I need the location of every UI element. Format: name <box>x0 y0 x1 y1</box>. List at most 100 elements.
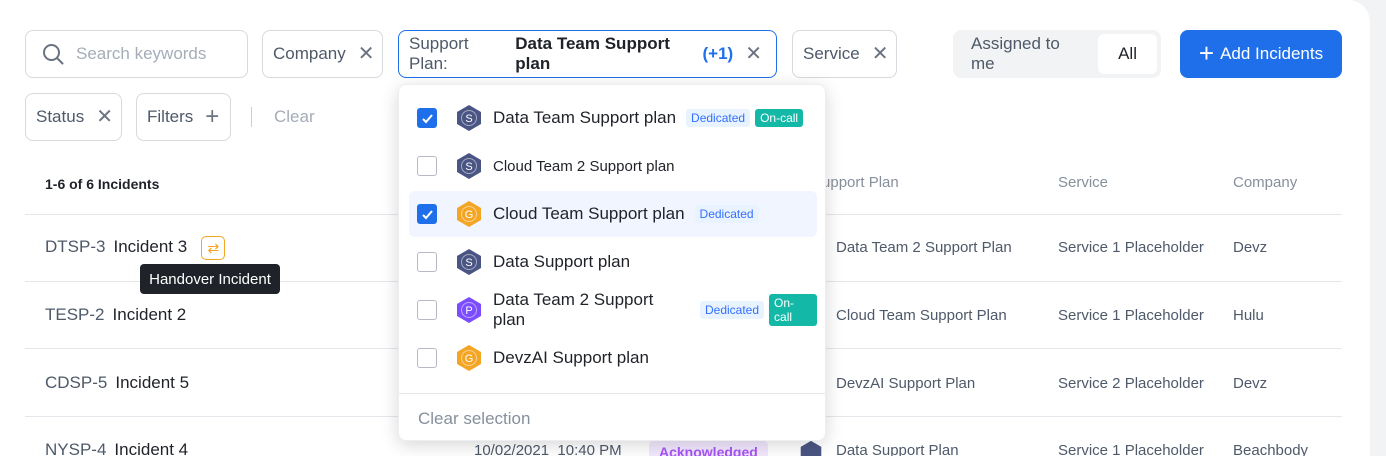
incident-time: 10:40 PM <box>557 442 622 456</box>
option-checkbox[interactable] <box>417 252 437 272</box>
search-input[interactable]: Search keywords <box>25 30 248 78</box>
check-icon <box>421 113 433 123</box>
option-label: Data Support plan <box>493 252 631 271</box>
table-row[interactable]: CDSP-5 Incident 5 <box>45 373 189 393</box>
support-plan-cell: Cloud Team Support Plan <box>836 307 1007 324</box>
dropdown-option[interactable]: S Cloud Team 2 Support plan <box>409 143 817 189</box>
svg-text:G: G <box>465 353 474 365</box>
dropdown-option[interactable]: G Cloud Team Support plan Dedicated <box>409 191 817 237</box>
add-incidents-label: Add Incidents <box>1220 44 1324 63</box>
status-badge: Acknowledged <box>649 441 768 456</box>
date-cell: 10/02/2021 10:40 PM <box>474 442 622 456</box>
company-cell: Hulu <box>1233 307 1264 324</box>
svg-text:G: G <box>465 209 474 221</box>
option-checkbox[interactable] <box>417 156 437 176</box>
plus-icon: + <box>1198 38 1215 68</box>
close-icon[interactable]: ✕ <box>96 107 113 127</box>
divider <box>399 393 825 394</box>
support-plan-filter-value: Data Team Support plan <box>515 34 670 73</box>
support-plan-cell: DevzAI Support Plan <box>836 375 976 392</box>
table-row[interactable]: DTSP-3 Incident 3 ⇄ <box>45 236 226 260</box>
svg-text:S: S <box>465 113 472 125</box>
handover-icon[interactable]: ⇄ <box>201 236 226 260</box>
support-plan-filter-chip[interactable]: Support Plan: Data Team Support plan (+1… <box>398 30 777 78</box>
plan-badge-icon: S <box>457 105 481 131</box>
handover-tooltip: Handover Incident <box>140 264 280 294</box>
service-cell: Service 2 Placeholder <box>1058 375 1204 392</box>
on-call-tag: On-call <box>755 109 804 127</box>
column-header-company[interactable]: Company <box>1233 174 1297 191</box>
close-icon[interactable]: ✕ <box>872 44 889 64</box>
close-icon[interactable]: ✕ <box>358 44 375 64</box>
clear-filters-link[interactable]: Clear <box>274 107 315 127</box>
dedicated-tag: Dedicated <box>686 109 751 127</box>
support-plan-filter-label: Support Plan: <box>409 34 469 73</box>
support-plan-filter-count: (+1) <box>702 44 734 63</box>
company-cell: Beachbody <box>1233 442 1309 456</box>
option-label: DevzAI Support plan <box>493 348 649 367</box>
incident-title[interactable]: Incident 3 <box>113 237 187 256</box>
all-option[interactable]: All <box>1098 34 1157 74</box>
option-checkbox[interactable] <box>417 300 437 320</box>
assigned-to-me-option[interactable]: Assigned to me <box>957 34 1098 74</box>
filters-label: Filters <box>147 107 194 126</box>
close-icon[interactable]: ✕ <box>745 44 762 64</box>
company-filter-chip[interactable]: Company ✕ <box>262 30 383 78</box>
option-label: Cloud Team Support plan <box>493 204 685 223</box>
service-filter-chip[interactable]: Service ✕ <box>792 30 897 78</box>
search-icon <box>43 44 64 65</box>
table-row[interactable]: NYSP-4 Incident 4 <box>45 440 188 456</box>
svg-text:S: S <box>465 257 472 269</box>
clear-selection-link[interactable]: Clear selection <box>418 409 530 429</box>
dropdown-option[interactable]: S Data Team Support plan Dedicated On-call <box>409 95 817 141</box>
plan-badge-icon: G <box>457 201 481 227</box>
service-cell: Service 1 Placeholder <box>1058 442 1204 456</box>
support-plan-dropdown: S Data Team Support plan Dedicated On-call S… <box>398 84 826 441</box>
company-filter-label: Company <box>273 44 346 63</box>
dedicated-tag: Dedicated <box>694 205 759 223</box>
status-filter-label: Status <box>36 107 85 126</box>
incident-date: 10/02/2021 <box>474 442 550 456</box>
column-header-service[interactable]: Service <box>1058 174 1108 191</box>
option-checkbox[interactable] <box>417 108 437 128</box>
service-cell: Service 1 Placeholder <box>1058 239 1204 256</box>
option-checkbox[interactable] <box>417 348 437 368</box>
filters-button[interactable]: Filters + <box>136 93 231 141</box>
search-placeholder: Search keywords <box>76 44 207 63</box>
assignment-toggle: Assigned to me All <box>953 30 1161 78</box>
service-cell: Service 1 Placeholder <box>1058 307 1204 324</box>
incident-title[interactable]: Incident 5 <box>115 373 189 392</box>
incident-title[interactable]: Incident 2 <box>113 305 187 324</box>
option-label: Cloud Team 2 Support plan <box>493 157 675 175</box>
status-filter-chip[interactable]: Status ✕ <box>25 93 122 141</box>
shield-icon <box>800 440 822 456</box>
dropdown-option[interactable]: P Data Team 2 Support plan Dedicated On-cal… <box>409 287 817 333</box>
check-icon <box>421 209 433 219</box>
plan-badge-icon: S <box>457 153 481 179</box>
support-plan-cell: Data Support Plan <box>836 442 959 456</box>
table-row[interactable]: TESP-2 Incident 2 <box>45 305 186 325</box>
service-filter-label: Service <box>803 44 860 63</box>
plus-icon: + <box>205 103 220 130</box>
incidents-panel: Search keywords Company ✕ Support Plan: … <box>0 0 1370 456</box>
dedicated-tag: Dedicated <box>699 301 765 319</box>
dropdown-option[interactable]: G DevzAI Support plan <box>409 335 817 381</box>
option-label: Data Team Support plan <box>493 108 677 127</box>
incident-id: NYSP-4 <box>45 440 107 456</box>
dropdown-option[interactable]: S Data Support plan <box>409 239 817 285</box>
svg-text:S: S <box>465 161 472 173</box>
incident-id: TESP-2 <box>45 305 105 324</box>
incident-count: 1-6 of 6 Incidents <box>45 176 160 192</box>
plan-badge-icon: S <box>457 249 481 275</box>
svg-text:P: P <box>465 305 472 317</box>
incident-id: CDSP-5 <box>45 373 108 392</box>
company-cell: Devz <box>1233 375 1268 392</box>
incident-id: DTSP-3 <box>45 236 106 256</box>
support-plan-cell: Data Team 2 Support Plan <box>836 239 1012 256</box>
option-label: Data Team 2 Support plan <box>493 290 654 329</box>
plan-badge-icon: G <box>457 345 481 371</box>
option-checkbox[interactable] <box>417 204 437 224</box>
company-cell: Devz <box>1233 239 1268 256</box>
add-incidents-button[interactable]: + Add Incidents <box>1180 30 1342 78</box>
incident-title[interactable]: Incident 4 <box>114 440 188 456</box>
